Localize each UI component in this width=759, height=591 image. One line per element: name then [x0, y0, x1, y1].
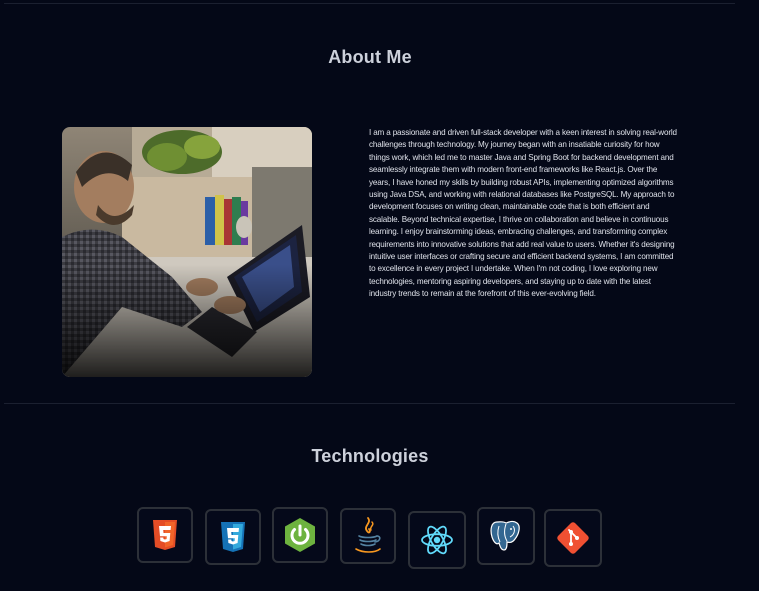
html5-icon: [153, 520, 177, 550]
java-icon: [355, 517, 381, 553]
spring-icon: [285, 518, 315, 552]
tech-postgresql[interactable]: [477, 507, 535, 565]
postgresql-icon: [490, 520, 520, 551]
technologies-list: [0, 507, 759, 591]
tech-git[interactable]: [544, 509, 602, 567]
git-icon: [557, 522, 589, 554]
tech-css3[interactable]: [205, 509, 261, 565]
css3-icon: [221, 522, 245, 552]
technologies-title: Technologies: [311, 446, 429, 466]
profile-photo: [62, 127, 312, 377]
middle-divider: [4, 403, 735, 404]
top-divider: [4, 3, 735, 4]
tech-java[interactable]: [340, 508, 396, 564]
about-title: About Me: [328, 47, 412, 67]
about-bio: I am a passionate and driven full-stack …: [369, 128, 677, 299]
tech-html5[interactable]: [137, 507, 193, 563]
react-icon: [421, 525, 453, 555]
tech-react[interactable]: [408, 511, 466, 569]
tech-spring[interactable]: [272, 507, 328, 563]
page: About Me I am a passionate and driven fu…: [0, 0, 759, 591]
